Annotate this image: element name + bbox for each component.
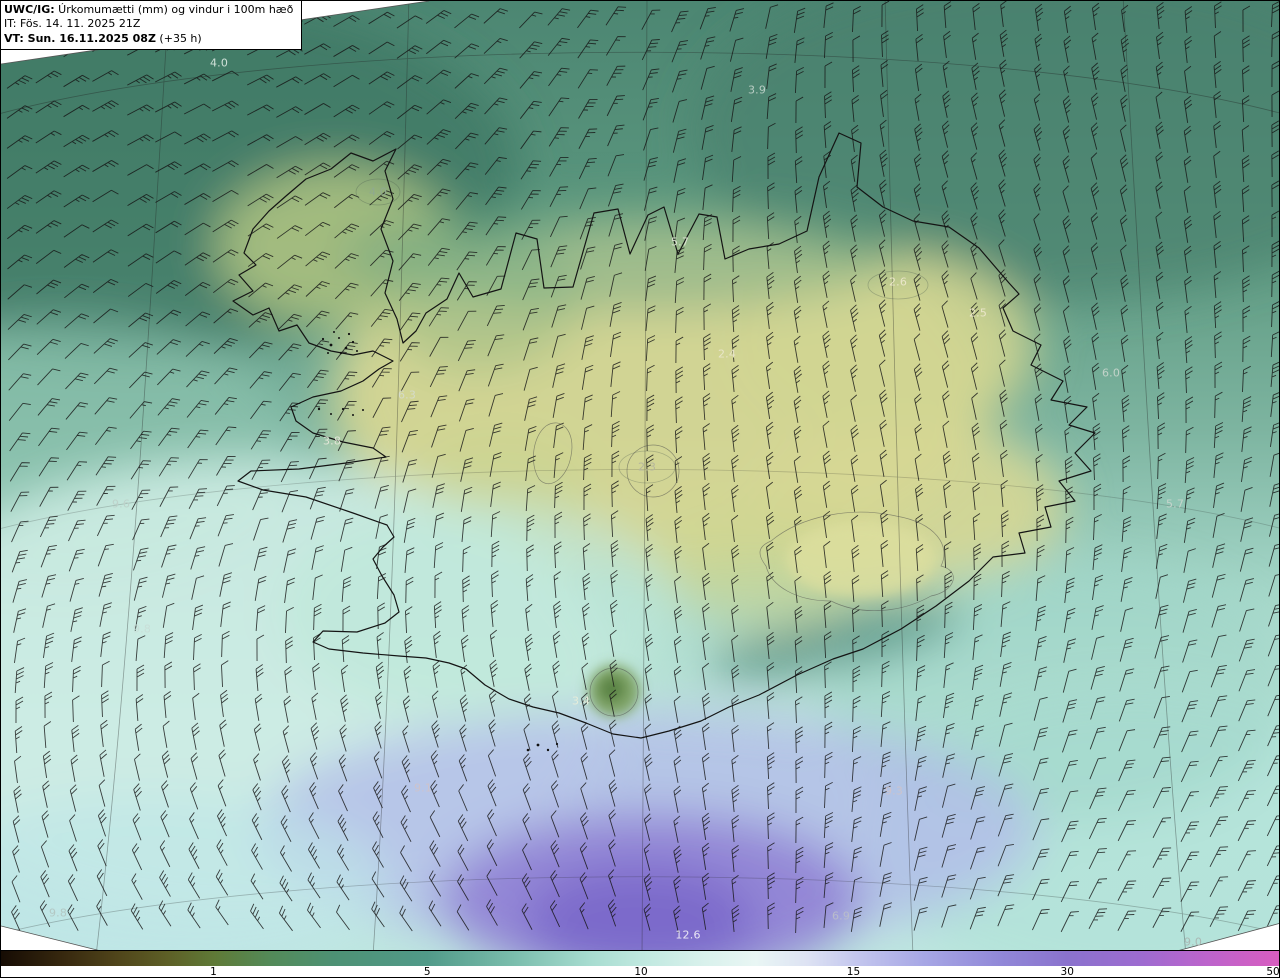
colorbar-gradient — [1, 950, 1280, 966]
colorbar: 1510153050 — [1, 950, 1280, 978]
colorbar-label: 30 — [1061, 966, 1074, 978]
valid-offset: (+35 h) — [156, 32, 202, 45]
precip-wind-map — [1, 1, 1280, 951]
colorbar-label: 5 — [424, 966, 431, 978]
init-time: IT: Fös. 14. 11. 2025 21Z — [4, 17, 293, 31]
product-title: Úrkomumætti (mm) og vindur i 100m hæð — [55, 3, 294, 16]
colorbar-label: 1 — [210, 966, 217, 978]
weather-map-page: 4.03.94.05.72.62.52.46.06.33.82.39.65.79… — [0, 0, 1280, 978]
product-line: UWC/IG: Úrkomumætti (mm) og vindur i 100… — [4, 3, 293, 17]
colorbar-label: 50 — [1266, 966, 1279, 978]
colorbar-label: 15 — [847, 966, 860, 978]
colorbar-labels: 1510153050 — [1, 966, 1280, 978]
colorbar-label: 10 — [634, 966, 647, 978]
valid-time: VT: Sun. 16.11.2025 08Z — [4, 32, 156, 45]
precip-field — [1, 1, 1280, 951]
title-box: UWC/IG: Úrkomumætti (mm) og vindur i 100… — [1, 1, 302, 50]
valid-line: VT: Sun. 16.11.2025 08Z (+35 h) — [4, 32, 293, 46]
model-name: UWC/IG: — [4, 3, 55, 16]
